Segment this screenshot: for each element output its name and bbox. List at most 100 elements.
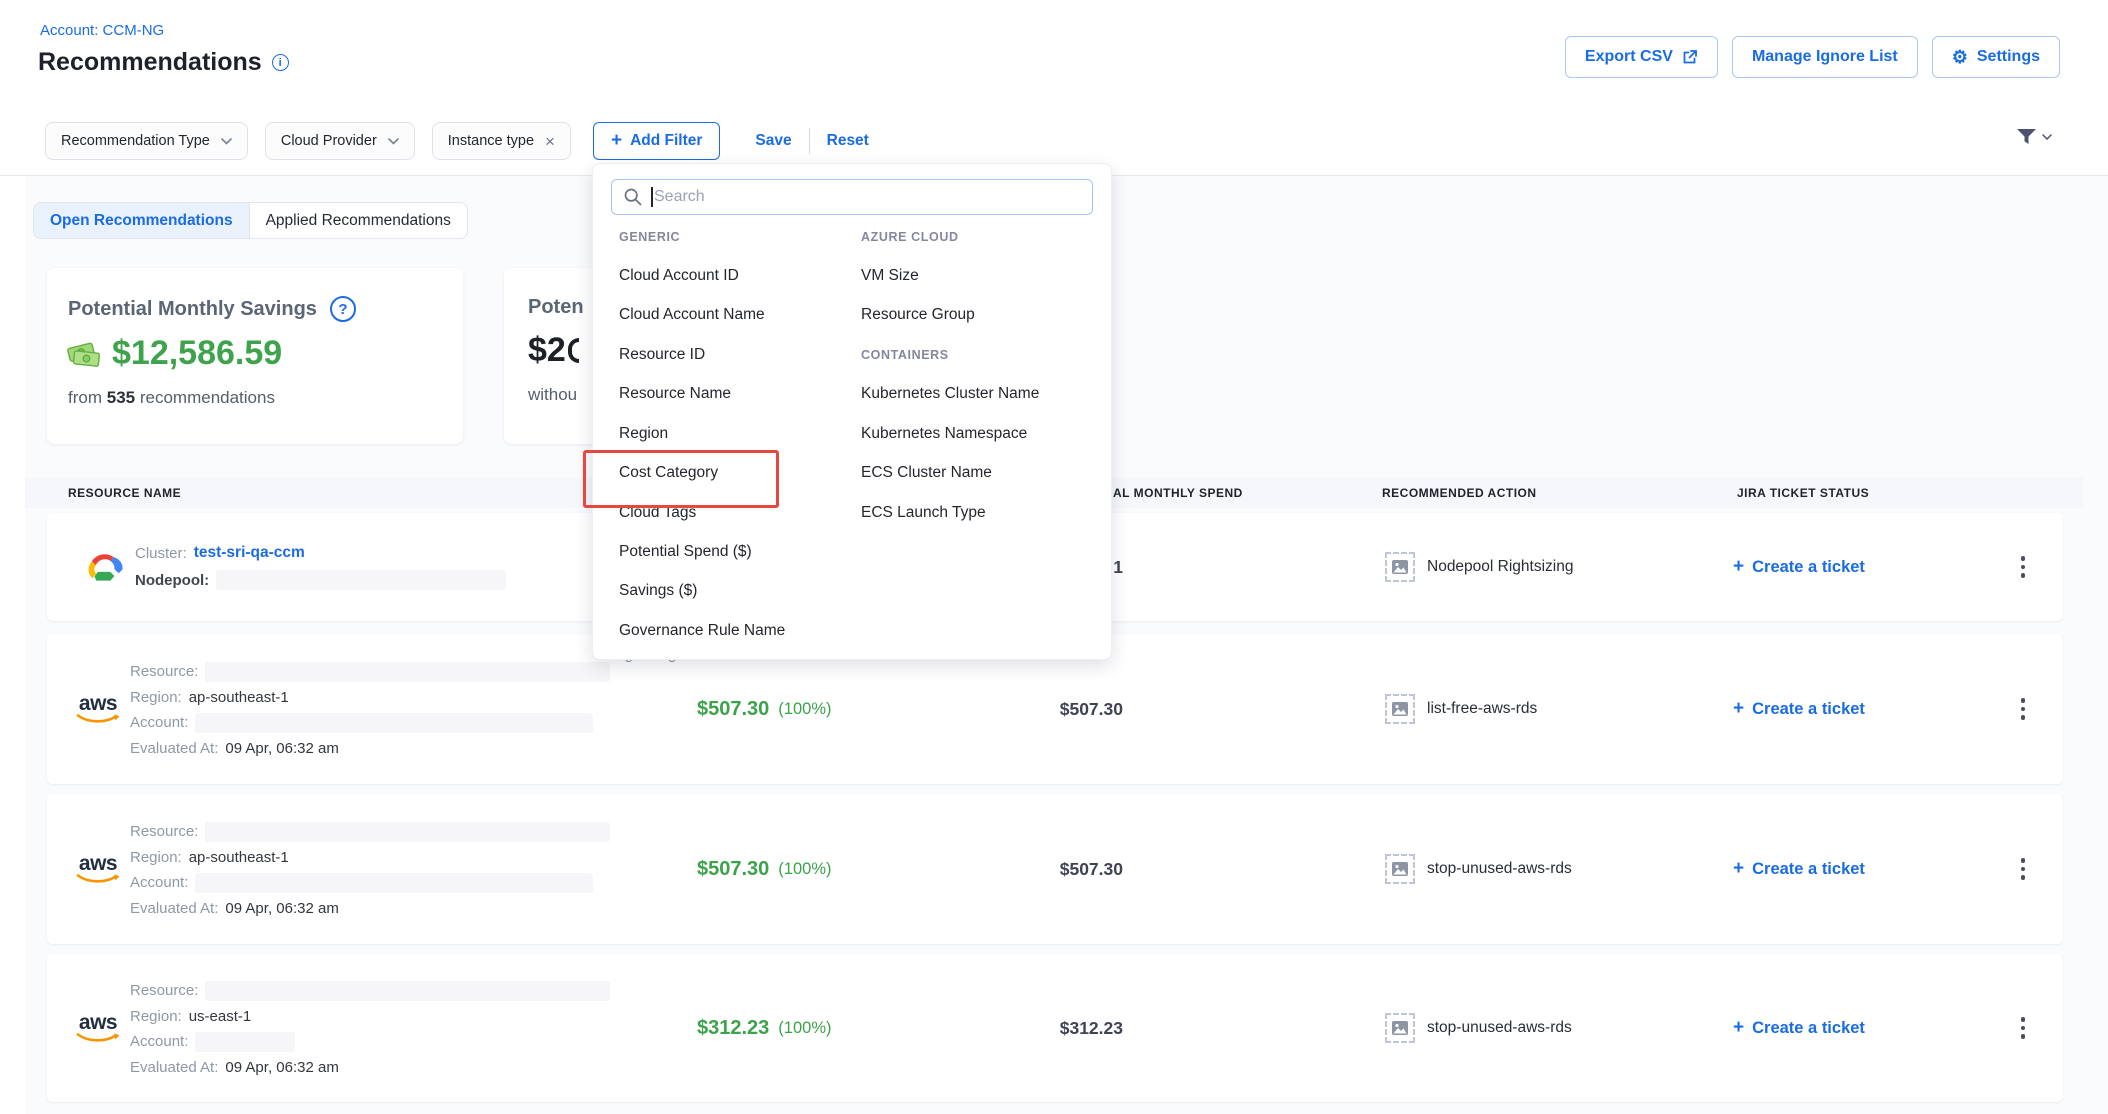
export-csv-label: Export CSV — [1585, 48, 1673, 66]
filter-option[interactable]: Savings ($) — [619, 571, 697, 611]
region-value: us-east-1 — [189, 1008, 252, 1025]
monthly-spend-value: $507.30 — [963, 794, 1123, 944]
filter-chip-recommendation-type[interactable]: Recommendation Type — [45, 122, 248, 160]
info-icon[interactable]: i — [272, 54, 289, 71]
action-label: list-free-aws-rds — [1427, 700, 1537, 718]
funnel-icon — [2016, 128, 2037, 145]
create-ticket-button[interactable]: + Create a ticket — [1733, 513, 1865, 621]
redacted-value — [195, 873, 593, 893]
evaluated-value: 09 Apr, 06:32 am — [225, 900, 338, 917]
filter-funnel-button[interactable] — [2016, 128, 2052, 145]
account-label: Account: — [130, 714, 188, 731]
settings-button[interactable]: ⚙ Settings — [1932, 36, 2060, 78]
filter-option[interactable]: Region — [619, 414, 668, 454]
resource-label: Resource: — [130, 823, 198, 840]
filter-option[interactable]: Cloud Account Name — [619, 295, 765, 335]
create-ticket-label: Create a ticket — [1752, 1019, 1865, 1038]
nodepool-label: Nodepool: — [135, 572, 209, 589]
filter-option[interactable]: ECS Cluster Name — [861, 453, 992, 493]
monthly-spend-value: $312.23 — [963, 954, 1123, 1102]
filter-option[interactable]: Potential Spend ($) — [619, 532, 752, 572]
table-row: aws Resource: Region:ap-southeast-1 Acco… — [47, 794, 2063, 944]
filter-option[interactable]: Governance Rule Name — [619, 611, 785, 651]
create-ticket-label: Create a ticket — [1752, 558, 1865, 577]
redacted-value — [195, 713, 593, 733]
column-resource-name: RESOURCE NAME — [68, 478, 181, 508]
filter-chip-instance-type[interactable]: Instance type × — [432, 122, 571, 160]
cluster-label: Cluster: — [135, 545, 187, 562]
gcp-icon — [83, 513, 125, 621]
cluster-link[interactable]: test-sri-qa-ccm — [194, 544, 305, 562]
cost-category-highlight — [583, 450, 779, 508]
filter-section-header: CONTAINERS — [861, 346, 949, 364]
aws-icon: aws — [73, 794, 123, 944]
breadcrumb-account-link[interactable]: Account: CCM-NG — [40, 22, 164, 39]
plus-icon: + — [1733, 556, 1744, 578]
evaluated-label: Evaluated At: — [130, 740, 218, 757]
monthly-savings-value: $312.23(100%) — [697, 954, 832, 1102]
filter-option[interactable]: Resource Name — [619, 374, 731, 414]
resource-label: Resource: — [130, 663, 198, 680]
region-value: ap-southeast-1 — [189, 689, 289, 706]
filter-search-input[interactable] — [611, 179, 1093, 215]
filter-option[interactable]: Resource ID — [619, 335, 705, 375]
redacted-value — [205, 822, 610, 842]
card-subtext-fragment: withou — [528, 385, 577, 404]
redacted-value — [205, 662, 610, 682]
kebab-menu-icon[interactable] — [2011, 954, 2035, 1102]
recommendations-tabs: Open Recommendations Applied Recommendat… — [33, 202, 468, 239]
manage-ignore-list-button[interactable]: Manage Ignore List — [1732, 36, 1918, 78]
plus-icon: + — [1733, 1017, 1744, 1039]
create-ticket-button[interactable]: + Create a ticket — [1733, 794, 1865, 944]
create-ticket-button[interactable]: + Create a ticket — [1733, 634, 1865, 784]
chevron-down-icon — [2042, 134, 2052, 140]
spend-amount-fragment: $2 — [528, 331, 566, 370]
filter-option[interactable]: Kubernetes Namespace — [861, 414, 1027, 454]
kebab-menu-icon[interactable] — [2011, 794, 2035, 944]
settings-label: Settings — [1977, 48, 2040, 66]
table-row: aws Resource: Region:us-east-1 Account: … — [47, 954, 2063, 1102]
plus-icon: + — [1733, 858, 1744, 880]
remove-chip-icon[interactable]: × — [545, 133, 555, 150]
add-filter-label: Add Filter — [630, 132, 702, 150]
image-placeholder-icon — [1385, 552, 1415, 582]
recommended-action: Nodepool Rightsizing — [1385, 513, 1573, 621]
plus-icon: + — [1733, 698, 1744, 720]
savings-count: 535 — [107, 388, 135, 407]
chip-label: Recommendation Type — [61, 133, 210, 149]
reset-filter-button[interactable]: Reset — [827, 132, 869, 150]
save-filter-button[interactable]: Save — [755, 132, 791, 150]
filter-option[interactable]: Kubernetes Cluster Name — [861, 374, 1039, 414]
help-icon[interactable]: ? — [330, 296, 356, 322]
money-icon — [66, 339, 102, 369]
tab-applied-recommendations[interactable]: Applied Recommendations — [250, 203, 467, 238]
kebab-menu-icon[interactable] — [2011, 513, 2035, 621]
image-placeholder-icon — [1385, 854, 1415, 884]
manage-ignore-list-label: Manage Ignore List — [1752, 48, 1898, 66]
filter-option[interactable]: VM Size — [861, 256, 919, 296]
image-placeholder-icon — [1385, 1013, 1415, 1043]
divider — [809, 128, 810, 154]
gear-icon: ⚙ — [1952, 48, 1968, 66]
add-filter-button[interactable]: + Add Filter — [593, 122, 720, 160]
export-csv-button[interactable]: Export CSV — [1565, 36, 1718, 78]
card-title: Potential Monthly Savings — [68, 298, 317, 321]
filter-option[interactable]: ECS Launch Type — [861, 493, 986, 533]
kebab-menu-icon[interactable] — [2011, 634, 2035, 784]
savings-amount: $12,586.59 — [112, 334, 282, 373]
filter-option[interactable]: Resource Group — [861, 295, 975, 335]
resource-label: Resource: — [130, 982, 198, 999]
action-label: stop-unused-aws-rds — [1427, 1019, 1572, 1037]
text-cursor — [651, 187, 653, 207]
filter-chip-cloud-provider[interactable]: Cloud Provider — [265, 122, 415, 160]
chip-label: Instance type — [448, 133, 534, 149]
recommended-action: stop-unused-aws-rds — [1385, 954, 1572, 1102]
image-placeholder-icon — [1385, 694, 1415, 724]
filter-option[interactable]: Cloud Account ID — [619, 256, 739, 296]
tab-open-recommendations[interactable]: Open Recommendations — [34, 203, 250, 238]
create-ticket-button[interactable]: + Create a ticket — [1733, 954, 1865, 1102]
potential-monthly-savings-card: Potential Monthly Savings ? $12,586.59 f… — [47, 268, 463, 444]
recommended-action: stop-unused-aws-rds — [1385, 794, 1572, 944]
header-actions: Export CSV Manage Ignore List ⚙ Settings — [1565, 36, 2060, 78]
aws-icon: aws — [73, 634, 123, 784]
